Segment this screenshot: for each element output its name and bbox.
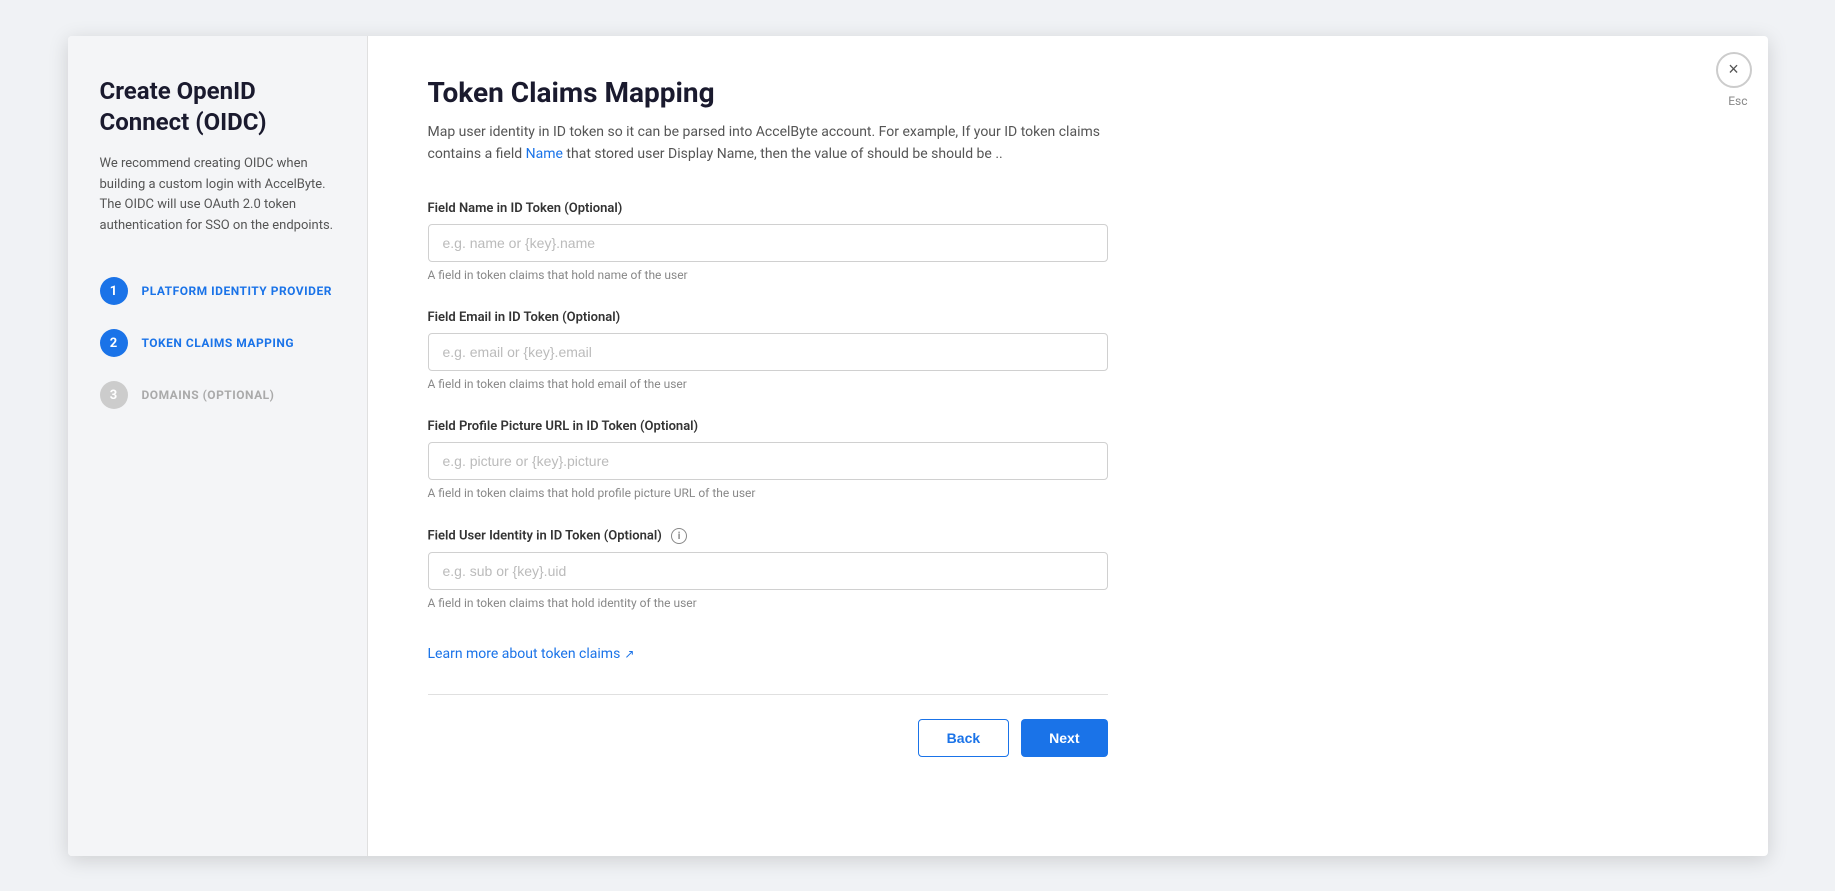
step-label-2: TOKEN CLAIMS MAPPING — [142, 336, 295, 350]
footer-actions: Back Next — [428, 719, 1108, 757]
steps-list: 1 PLATFORM IDENTITY PROVIDER 2 TOKEN CLA… — [100, 277, 335, 409]
step-circle-1: 1 — [100, 277, 128, 305]
main-content: Token Claims Mapping Map user identity i… — [368, 36, 1768, 856]
hint-field-identity: A field in token claims that hold identi… — [428, 596, 1108, 610]
back-button[interactable]: Back — [918, 719, 1009, 757]
form-group-picture: Field Profile Picture URL in ID Token (O… — [428, 419, 1108, 500]
step-item-domains[interactable]: 3 DOMAINS (OPTIONAL) — [100, 381, 335, 409]
sidebar: Create OpenID Connect (OIDC) We recommen… — [68, 36, 368, 856]
label-field-identity: Field User Identity in ID Token (Optiona… — [428, 528, 1108, 544]
sidebar-description: We recommend creating OIDC when building… — [100, 154, 335, 237]
label-field-email: Field Email in ID Token (Optional) — [428, 310, 1108, 325]
learn-more-link[interactable]: Learn more about token claims ↗ — [428, 646, 635, 662]
hint-field-picture: A field in token claims that hold profil… — [428, 486, 1108, 500]
step-circle-3: 3 — [100, 381, 128, 409]
modal-container: × Esc Create OpenID Connect (OIDC) We re… — [68, 36, 1768, 856]
content-description: Map user identity in ID token so it can … — [428, 121, 1108, 166]
step-label-1: PLATFORM IDENTITY PROVIDER — [142, 284, 332, 298]
sidebar-title: Create OpenID Connect (OIDC) — [100, 76, 335, 138]
divider — [428, 694, 1108, 695]
form-group-identity: Field User Identity in ID Token (Optiona… — [428, 528, 1108, 610]
form-group-name: Field Name in ID Token (Optional) A fiel… — [428, 201, 1108, 282]
step-item-token-claims[interactable]: 2 TOKEN CLAIMS MAPPING — [100, 329, 335, 357]
step-circle-2: 2 — [100, 329, 128, 357]
input-field-identity[interactable] — [428, 552, 1108, 590]
external-link-icon: ↗ — [624, 647, 634, 661]
label-field-name: Field Name in ID Token (Optional) — [428, 201, 1108, 216]
step-item-platform-identity[interactable]: 1 PLATFORM IDENTITY PROVIDER — [100, 277, 335, 305]
label-field-picture: Field Profile Picture URL in ID Token (O… — [428, 419, 1108, 434]
hint-field-name: A field in token claims that hold name o… — [428, 268, 1108, 282]
input-field-picture[interactable] — [428, 442, 1108, 480]
hint-field-email: A field in token claims that hold email … — [428, 377, 1108, 391]
content-title: Token Claims Mapping — [428, 76, 1708, 109]
form-group-email: Field Email in ID Token (Optional) A fie… — [428, 310, 1108, 391]
input-field-name[interactable] — [428, 224, 1108, 262]
input-field-email[interactable] — [428, 333, 1108, 371]
info-icon[interactable]: i — [671, 528, 687, 544]
step-label-3: DOMAINS (OPTIONAL) — [142, 388, 275, 402]
next-button[interactable]: Next — [1021, 719, 1107, 757]
